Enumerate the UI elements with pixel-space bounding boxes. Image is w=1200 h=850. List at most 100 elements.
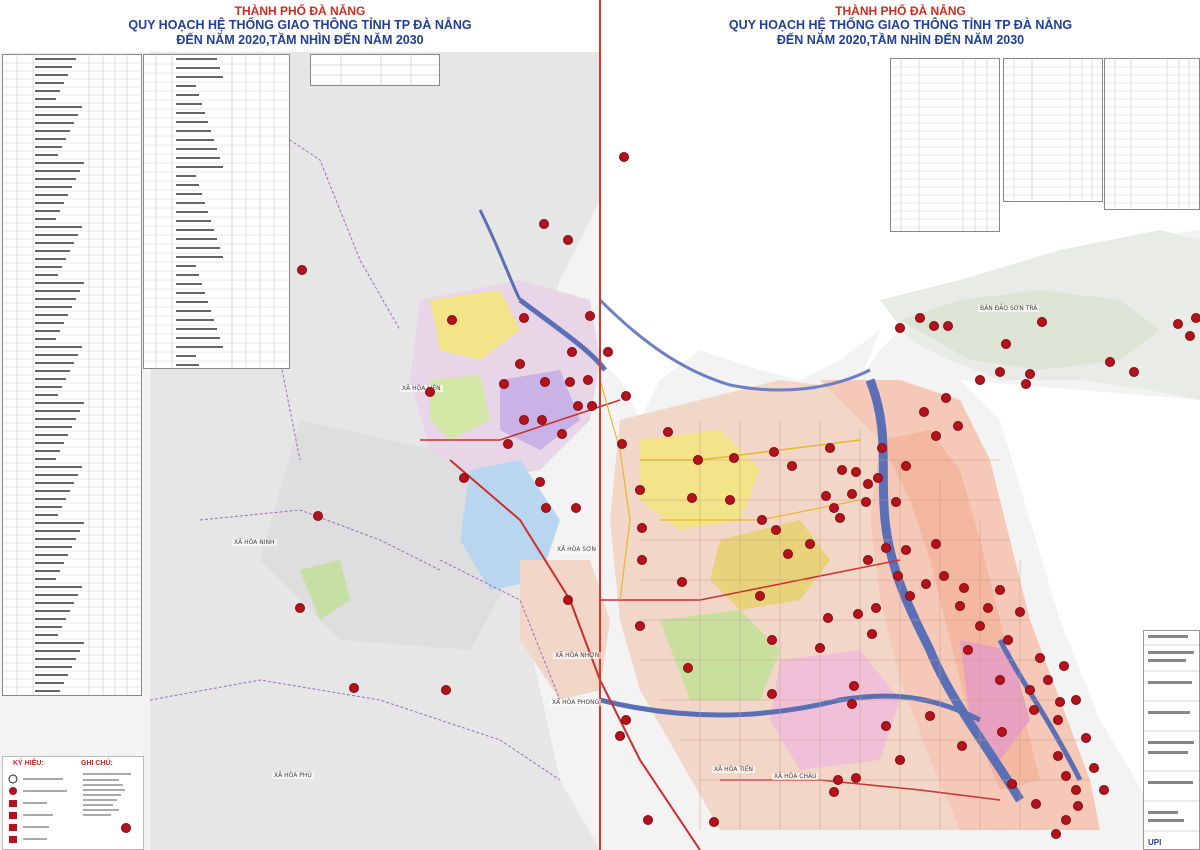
project-marker[interactable] bbox=[926, 712, 934, 720]
project-marker[interactable] bbox=[824, 614, 832, 622]
project-marker[interactable] bbox=[564, 596, 572, 604]
project-marker[interactable] bbox=[1032, 800, 1040, 808]
project-marker[interactable] bbox=[664, 428, 672, 436]
project-marker[interactable] bbox=[540, 220, 548, 228]
project-marker[interactable] bbox=[976, 376, 984, 384]
project-marker[interactable] bbox=[984, 604, 992, 612]
project-marker[interactable] bbox=[770, 448, 778, 456]
project-marker[interactable] bbox=[830, 788, 838, 796]
project-marker[interactable] bbox=[636, 622, 644, 630]
project-marker[interactable] bbox=[586, 312, 594, 320]
project-marker[interactable] bbox=[996, 676, 1004, 684]
project-marker[interactable] bbox=[622, 392, 630, 400]
project-marker[interactable] bbox=[1002, 340, 1010, 348]
project-marker[interactable] bbox=[868, 630, 876, 638]
project-marker[interactable] bbox=[1192, 314, 1200, 322]
project-marker[interactable] bbox=[874, 474, 882, 482]
project-marker[interactable] bbox=[852, 468, 860, 476]
project-marker[interactable] bbox=[944, 322, 952, 330]
project-marker[interactable] bbox=[964, 646, 972, 654]
project-marker[interactable] bbox=[852, 774, 860, 782]
project-marker[interactable] bbox=[296, 604, 304, 612]
project-marker[interactable] bbox=[520, 314, 528, 322]
project-marker[interactable] bbox=[298, 266, 306, 274]
project-marker[interactable] bbox=[1030, 706, 1038, 714]
project-marker[interactable] bbox=[1056, 698, 1064, 706]
project-marker[interactable] bbox=[616, 732, 624, 740]
project-marker[interactable] bbox=[882, 544, 890, 552]
project-marker[interactable] bbox=[1062, 816, 1070, 824]
project-marker[interactable] bbox=[896, 756, 904, 764]
project-marker[interactable] bbox=[730, 454, 738, 462]
project-marker[interactable] bbox=[896, 324, 904, 332]
project-marker[interactable] bbox=[588, 402, 596, 410]
project-marker[interactable] bbox=[442, 686, 450, 694]
project-marker[interactable] bbox=[426, 388, 434, 396]
project-marker[interactable] bbox=[1072, 786, 1080, 794]
project-marker[interactable] bbox=[350, 684, 358, 692]
project-marker[interactable] bbox=[564, 236, 572, 244]
project-marker[interactable] bbox=[916, 314, 924, 322]
project-marker[interactable] bbox=[1022, 380, 1030, 388]
project-marker[interactable] bbox=[826, 444, 834, 452]
project-marker[interactable] bbox=[542, 504, 550, 512]
project-marker[interactable] bbox=[902, 462, 910, 470]
project-marker[interactable] bbox=[920, 408, 928, 416]
project-marker[interactable] bbox=[1036, 654, 1044, 662]
project-marker[interactable] bbox=[618, 440, 626, 448]
project-marker[interactable] bbox=[996, 586, 1004, 594]
project-marker[interactable] bbox=[1174, 320, 1182, 328]
project-marker[interactable] bbox=[1100, 786, 1108, 794]
project-marker[interactable] bbox=[460, 474, 468, 482]
project-marker[interactable] bbox=[1038, 318, 1046, 326]
project-marker[interactable] bbox=[882, 722, 890, 730]
project-marker[interactable] bbox=[1052, 830, 1060, 838]
project-marker[interactable] bbox=[830, 504, 838, 512]
project-marker[interactable] bbox=[862, 498, 870, 506]
project-marker[interactable] bbox=[958, 742, 966, 750]
project-marker[interactable] bbox=[516, 360, 524, 368]
project-marker[interactable] bbox=[536, 478, 544, 486]
project-marker[interactable] bbox=[956, 602, 964, 610]
project-marker[interactable] bbox=[1054, 716, 1062, 724]
project-marker[interactable] bbox=[694, 456, 702, 464]
project-marker[interactable] bbox=[768, 690, 776, 698]
project-marker[interactable] bbox=[864, 556, 872, 564]
project-marker[interactable] bbox=[1026, 370, 1034, 378]
project-marker[interactable] bbox=[940, 572, 948, 580]
project-marker[interactable] bbox=[998, 728, 1006, 736]
project-marker[interactable] bbox=[864, 480, 872, 488]
project-marker[interactable] bbox=[636, 486, 644, 494]
project-marker[interactable] bbox=[688, 494, 696, 502]
project-marker[interactable] bbox=[932, 540, 940, 548]
project-marker[interactable] bbox=[932, 432, 940, 440]
project-marker[interactable] bbox=[538, 416, 546, 424]
project-marker[interactable] bbox=[568, 348, 576, 356]
project-marker[interactable] bbox=[710, 818, 718, 826]
project-marker[interactable] bbox=[620, 153, 628, 161]
project-marker[interactable] bbox=[684, 664, 692, 672]
project-marker[interactable] bbox=[1060, 662, 1068, 670]
project-marker[interactable] bbox=[930, 322, 938, 330]
project-marker[interactable] bbox=[678, 578, 686, 586]
project-marker[interactable] bbox=[604, 348, 612, 356]
project-marker[interactable] bbox=[902, 546, 910, 554]
project-marker[interactable] bbox=[1054, 752, 1062, 760]
project-marker[interactable] bbox=[520, 416, 528, 424]
project-marker[interactable] bbox=[768, 636, 776, 644]
project-marker[interactable] bbox=[854, 610, 862, 618]
project-marker[interactable] bbox=[788, 462, 796, 470]
project-marker[interactable] bbox=[850, 682, 858, 690]
project-marker[interactable] bbox=[500, 380, 508, 388]
project-marker[interactable] bbox=[838, 466, 846, 474]
project-marker[interactable] bbox=[504, 440, 512, 448]
project-marker[interactable] bbox=[1072, 696, 1080, 704]
project-marker[interactable] bbox=[638, 556, 646, 564]
project-marker[interactable] bbox=[922, 580, 930, 588]
project-marker[interactable] bbox=[448, 316, 456, 324]
project-marker[interactable] bbox=[1062, 772, 1070, 780]
project-marker[interactable] bbox=[1186, 332, 1194, 340]
project-marker[interactable] bbox=[1008, 780, 1016, 788]
project-marker[interactable] bbox=[784, 550, 792, 558]
project-marker[interactable] bbox=[622, 716, 630, 724]
